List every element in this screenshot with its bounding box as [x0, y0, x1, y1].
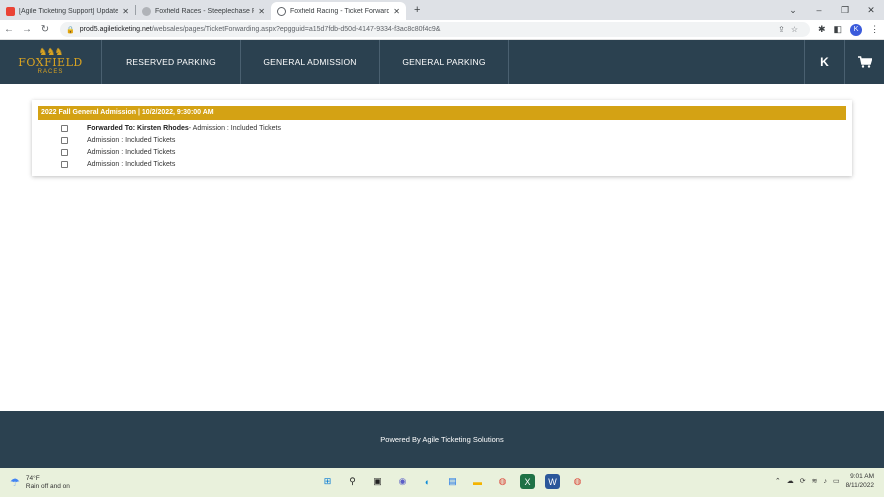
nav-reserved-parking[interactable]: RESERVED PARKING: [102, 40, 241, 84]
ticket-checkbox[interactable]: [61, 160, 68, 168]
weather-condition: Rain off and on: [25, 482, 70, 490]
taskbar-apps: ⊞ ⚲ ▣ ◉ ◐ ▤ ▬ ◍ X W ◍: [320, 474, 585, 489]
ticket-label: Admission : Included Tickets: [87, 136, 176, 144]
windows-start-icon[interactable]: ⊞: [320, 474, 335, 489]
tab-search-icon[interactable]: ⌄: [780, 5, 806, 16]
forwarded-ticket-detail: - Admission : Included Tickets: [188, 124, 281, 132]
site-header: ♞♞♞ FOXFIELD RACES RESERVED PARKING GENE…: [0, 40, 884, 84]
close-window-icon[interactable]: ✕: [858, 5, 884, 16]
clock-date: 8/11/2022: [845, 482, 874, 489]
ticket-label: Admission : Included Tickets: [87, 160, 176, 168]
url-host: prod5.agileticketing.net: [79, 26, 152, 33]
chevron-up-icon[interactable]: ⌃: [775, 477, 781, 485]
foxfield-logo[interactable]: ♞♞♞ FOXFIELD RACES: [0, 40, 102, 84]
cart-button[interactable]: [844, 40, 884, 84]
ticket-row: Admission : Included Tickets: [38, 158, 846, 170]
browser-toolbar: ← → ↻ 🔒 prod5.agileticketing.net /websal…: [0, 20, 884, 40]
forwarded-ticket-row: Forwarded To: Kirsten Rhodes - Admission…: [38, 122, 846, 134]
battery-icon[interactable]: ▭: [833, 477, 840, 485]
reload-icon[interactable]: ↻: [36, 24, 54, 35]
back-icon[interactable]: ←: [0, 24, 18, 35]
share-bookmark-icons[interactable]: ⇪☆: [778, 25, 804, 34]
chrome-profile-icon[interactable]: ◍: [570, 474, 585, 489]
logo-subtext: RACES: [37, 68, 64, 75]
excel-icon[interactable]: X: [520, 474, 535, 489]
chat-icon[interactable]: ◉: [395, 474, 410, 489]
ticket-row: Admission : Included Tickets: [38, 146, 846, 158]
restore-icon[interactable]: ❐: [832, 5, 858, 16]
browser-tab-ticket-forwarding[interactable]: Foxfield Racing - Ticket Forward ✕: [271, 2, 406, 20]
url-path: /websales/pages/TicketForwarding.aspx?ep…: [151, 26, 441, 33]
side-panel-icon[interactable]: ◧: [834, 24, 843, 35]
forwarded-to-label: Forwarded To: Kirsten Rhodes: [87, 124, 189, 132]
logo-text: FOXFIELD: [18, 55, 83, 69]
powered-by-text[interactable]: Powered By Agile Ticketing Solutions: [380, 435, 503, 444]
extensions-icon[interactable]: ✱: [818, 24, 826, 35]
onedrive-icon[interactable]: ☁: [787, 477, 794, 485]
sync-icon[interactable]: ⟳: [800, 477, 806, 485]
weather-widget[interactable]: ☂ 74°F Rain off and on: [10, 475, 70, 491]
file-explorer-icon[interactable]: ▬: [470, 474, 485, 489]
clock-time: 9:01 AM: [850, 473, 874, 480]
chrome-icon[interactable]: ◍: [495, 474, 510, 489]
menu-kebab-icon[interactable]: ⋮: [870, 24, 879, 35]
tab-title: Foxfield Racing - Ticket Forward: [290, 7, 390, 15]
nav-general-admission[interactable]: GENERAL ADMISSION: [241, 40, 380, 84]
ticket-checkbox[interactable]: [61, 124, 68, 132]
tab-title: [Agile Ticketing Support] Update: [19, 7, 119, 15]
globe-icon: [277, 6, 286, 16]
event-title: 2022 Fall General Admission | 10/2/2022,…: [38, 106, 846, 120]
minimize-icon[interactable]: –: [806, 5, 832, 15]
ticket-list: Forwarded To: Kirsten Rhodes - Admission…: [38, 122, 846, 170]
ticket-checkbox[interactable]: [61, 148, 68, 156]
temperature: 74°F: [25, 474, 40, 482]
ticket-forwarding-panel: 2022 Fall General Admission | 10/2/2022,…: [32, 100, 852, 176]
main-content: 2022 Fall General Admission | 10/2/2022,…: [0, 84, 884, 411]
volume-icon[interactable]: ♪: [823, 478, 827, 485]
gmail-icon: [6, 6, 15, 16]
clock[interactable]: 9:01 AM 8/11/2022: [846, 472, 874, 490]
word-icon[interactable]: W: [545, 474, 560, 489]
header-spacer: [509, 40, 804, 84]
edge-icon[interactable]: ◐: [420, 474, 435, 489]
address-bar[interactable]: 🔒 prod5.agileticketing.net /websales/pag…: [60, 22, 810, 37]
wifi-icon[interactable]: ≋: [812, 477, 818, 485]
rain-umbrella-icon: ☂: [10, 477, 20, 489]
forward-icon[interactable]: →: [18, 24, 36, 35]
cart-icon: [857, 56, 872, 68]
os-taskbar: ☂ 74°F Rain off and on ⊞ ⚲ ▣ ◉ ◐ ▤ ▬ ◍ X…: [0, 468, 884, 497]
browser-tab-foxfield-races[interactable]: Foxfield Races - Steeplechase Ra ✕: [136, 2, 271, 20]
close-tab-icon[interactable]: ✕: [122, 7, 129, 16]
new-tab-button[interactable]: +: [414, 4, 420, 16]
ticket-label: Admission : Included Tickets: [87, 148, 176, 156]
site-favicon-icon: [142, 6, 151, 16]
ticket-checkbox[interactable]: [61, 136, 68, 144]
nav-general-parking[interactable]: GENERAL PARKING: [380, 40, 509, 84]
browser-extension-icons: ✱ ◧ K ⋮: [818, 23, 879, 36]
task-view-icon[interactable]: ▣: [370, 474, 385, 489]
lock-icon[interactable]: 🔒: [66, 26, 75, 34]
store-icon[interactable]: ▤: [445, 474, 460, 489]
window-controls: ⌄ – ❐ ✕: [780, 0, 884, 20]
site-footer: Powered By Agile Ticketing Solutions: [0, 411, 884, 468]
browser-tab-strip: [Agile Ticketing Support] Update ✕ Foxfi…: [0, 0, 884, 20]
browser-tab-gmail[interactable]: [Agile Ticketing Support] Update ✕: [0, 2, 135, 20]
profile-avatar[interactable]: K: [850, 23, 863, 36]
close-tab-icon[interactable]: ✕: [258, 7, 265, 16]
account-button[interactable]: K: [804, 40, 844, 84]
system-tray: ⌃ ☁ ⟳ ≋ ♪ ▭ 9:01 AM 8/11/2022: [775, 472, 874, 490]
close-tab-icon[interactable]: ✕: [393, 7, 400, 16]
weather-text: 74°F Rain off and on: [26, 475, 70, 491]
tab-title: Foxfield Races - Steeplechase Ra: [155, 7, 255, 15]
ticket-row: Admission : Included Tickets: [38, 134, 846, 146]
search-icon[interactable]: ⚲: [345, 474, 360, 489]
